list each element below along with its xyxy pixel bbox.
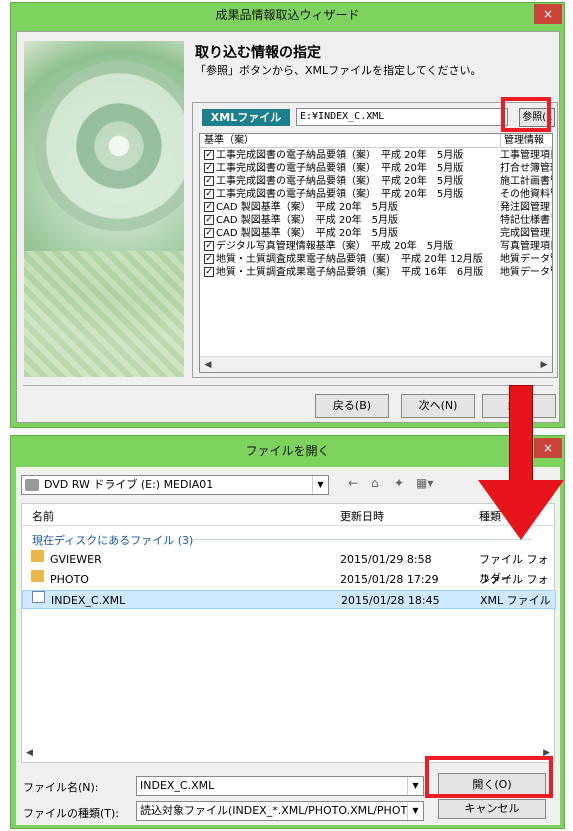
column-standard[interactable]: 基準（案） — [204, 134, 254, 148]
checkbox-checked-icon[interactable]: ✓ — [204, 254, 214, 264]
disc-image — [34, 61, 184, 231]
standards-rows: ✓工事完成図書の電子納品要領（案） 平成 20年 5月版工事管理項目 ✓工事完成… — [200, 149, 552, 279]
location-dropdown[interactable]: DVD RW ドライブ (E:) MEDIA01 ▼ — [21, 475, 329, 495]
view-menu-icon[interactable]: ▦▾ — [416, 476, 433, 490]
filetype-select[interactable]: 読込対象ファイル(INDEX_*.XML/PHOTO.XML/PHOTC ▼ — [136, 801, 424, 821]
xml-file-label: XMLファイル — [202, 109, 290, 126]
import-panel: XMLファイル E:¥INDEX_C.XML 参照(L 基準（案） 管理情報 ✓… — [192, 102, 558, 378]
column-date[interactable]: 更新日時 — [340, 508, 384, 524]
location-value: DVD RW ドライブ (E:) MEDIA01 — [44, 478, 214, 491]
scroll-left-icon[interactable]: ◀ — [26, 748, 33, 758]
column-management[interactable]: 管理情報 — [500, 134, 552, 148]
list-item[interactable]: ✓地質・土質調査成果電子納品要領（案） 平成 20年 12月版地質データ管理 — [200, 253, 552, 266]
wizard-title: 成果品情報取込ウィザード — [215, 8, 360, 22]
wizard-side-image — [24, 41, 184, 377]
wizard-divider — [23, 385, 553, 386]
list-item[interactable]: ✓工事完成図書の電子納品要領（案） 平成 20年 5月版打合せ簿管理 — [200, 162, 552, 175]
dvd-drive-icon — [25, 479, 39, 491]
checkbox-checked-icon[interactable]: ✓ — [204, 241, 214, 251]
red-arrow-head-icon — [478, 480, 564, 540]
checkbox-checked-icon[interactable]: ✓ — [204, 267, 214, 277]
folder-icon — [31, 550, 44, 562]
filetype-label: ファイルの種類(T): — [23, 807, 120, 820]
standards-list[interactable]: 基準（案） 管理情報 ✓ 工事完成図書の電子納品要領（案） 平成 20年 5月版工… — [199, 133, 553, 373]
highlight-open-button — [425, 756, 553, 798]
filename-input[interactable]: INDEX_C.XML ▼ — [136, 776, 424, 796]
xml-file-icon — [32, 591, 45, 603]
cancel-button[interactable]: キャンセル — [438, 799, 546, 819]
up-folder-icon[interactable]: ⌂ — [371, 476, 379, 490]
new-folder-icon[interactable]: ✦ — [394, 476, 404, 490]
horizontal-scrollbar[interactable]: ◀ ▶ — [200, 356, 552, 372]
scroll-right-icon[interactable]: ▶ — [536, 357, 552, 372]
list-item[interactable]: ✓ CAD 製図基準（案） 平成 20年 5月版 完成図管理 — [200, 227, 552, 240]
checkbox-checked-icon[interactable]: ✓ — [204, 215, 214, 225]
highlight-browse-button — [501, 97, 551, 132]
xml-path-field[interactable]: E:¥INDEX_C.XML — [296, 108, 508, 126]
list-item[interactable]: ✓デジタル写真管理情報基準（案） 平成 20年 5月版写真管理項目 — [200, 240, 552, 253]
wizard-close-button[interactable]: × — [534, 4, 562, 24]
file-row-photo[interactable]: PHOTO 2015/01/28 17:29 ファイル フォルダー — [22, 570, 556, 605]
wizard-window: 成果品情報取込ウィザード × 取り込む情報の指定 「参照」ボタンから、XMLファ… — [10, 2, 565, 428]
list-item[interactable]: ✓工事完成図書の電子納品要領（案） 平成 20年 5月版施工計画書管 — [200, 175, 552, 188]
list-item[interactable]: ✓ CAD 製図基準（案） 平成 20年 5月版 発注図管理 — [200, 201, 552, 214]
checkbox-checked-icon[interactable]: ✓ — [204, 176, 214, 186]
circuit-board-image — [24, 251, 184, 377]
checkbox-checked-icon[interactable]: ✓ — [204, 202, 214, 212]
wizard-instructions: 「参照」ボタンから、XMLファイルを指定してください。 — [195, 64, 482, 77]
next-button[interactable]: 次へ(N) — [401, 394, 475, 418]
folder-icon — [31, 570, 44, 582]
standards-list-header: 基準（案） 管理情報 — [200, 134, 552, 148]
scroll-left-icon[interactable]: ◀ — [200, 357, 216, 372]
filename-label: ファイル名(N): — [23, 781, 99, 794]
column-name[interactable]: 名前 — [32, 508, 54, 524]
dialog-close-button[interactable]: × — [534, 438, 562, 458]
checkbox-checked-icon[interactable]: ✓ — [204, 150, 214, 160]
list-item[interactable]: ✓地質・土質調査成果電子納品要領（案） 平成 16年 6月版地質データ管理 — [200, 266, 552, 279]
back-button[interactable]: 戻る(B) — [315, 394, 389, 418]
list-item[interactable]: ✓工事完成図書の電子納品要領（案） 平成 20年 5月版工事管理項目 — [200, 149, 552, 162]
wizard-client: 取り込む情報の指定 「参照」ボタンから、XMLファイルを指定してください。 XM… — [16, 31, 560, 423]
file-group-header[interactable]: 現在ディスクにあるファイル (3) — [32, 532, 193, 548]
list-item[interactable]: ✓工事完成図書の電子納品要領（案） 平成 20年 5月版その他資料管 — [200, 188, 552, 201]
checkbox-checked-icon[interactable]: ✓ — [204, 163, 214, 173]
checkbox-checked-icon[interactable]: ✓ — [204, 189, 214, 199]
checkbox-checked-icon[interactable]: ✓ — [204, 228, 214, 238]
dialog-title: ファイルを開く — [245, 444, 330, 458]
red-arrow-shaft — [509, 385, 533, 485]
file-list[interactable]: 名前 更新日時 種類 現在ディスクにあるファイル (3) GVIEWER 201… — [21, 503, 556, 763]
chevron-down-icon[interactable]: ▼ — [407, 802, 423, 820]
back-arrow-icon[interactable]: ← — [348, 476, 358, 490]
file-row-index-c-xml[interactable]: INDEX_C.XML 2015/01/28 18:45 XML ファイル — [22, 590, 556, 609]
chevron-down-icon[interactable]: ▼ — [407, 777, 423, 795]
file-list-header: 名前 更新日時 種類 — [22, 504, 554, 526]
file-row-gviewer[interactable]: GVIEWER 2015/01/29 8:58 ファイル フォルダー — [22, 550, 556, 585]
chevron-down-icon[interactable]: ▼ — [312, 476, 328, 494]
wizard-heading: 取り込む情報の指定 — [195, 45, 321, 61]
list-item[interactable]: ✓CAD 製図基準（案） 平成 20年 5月版特記仕様書フ — [200, 214, 552, 227]
